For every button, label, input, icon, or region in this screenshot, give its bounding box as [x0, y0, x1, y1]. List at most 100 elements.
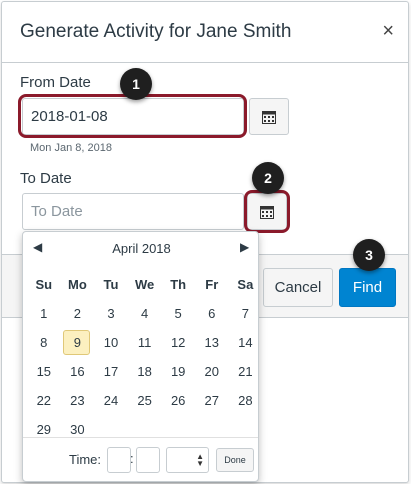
calendar-week-row: 22 23 24 25 26 27 28: [27, 386, 263, 415]
calendar-day-label: 17: [103, 364, 119, 379]
calendar-week-row: 15 16 17 18 19 20 21: [27, 357, 263, 386]
calendar-day-label: 13: [204, 335, 219, 350]
calendar-day[interactable]: 27: [195, 386, 229, 415]
step-badge: 3: [353, 239, 385, 271]
calendar-day-label: 19: [170, 364, 186, 379]
calendar-day-label: 3: [107, 306, 115, 321]
next-month-icon[interactable]: ▶: [240, 240, 249, 254]
calendar-day[interactable]: 11: [128, 328, 162, 357]
calendar-day-label: 7: [241, 306, 249, 321]
weekday-label: Tu: [103, 277, 119, 292]
to-date-input[interactable]: To Date: [22, 193, 244, 230]
close-icon[interactable]: ×: [382, 21, 394, 41]
weekday-label: Sa: [237, 277, 254, 292]
calendar-day-label: 18: [137, 364, 152, 379]
calendar-day-label: 25: [137, 393, 152, 408]
calendar-week-row: 8 9 10 11 12 13 14: [27, 328, 263, 357]
calendar-day[interactable]: 10: [94, 328, 128, 357]
calendar-grid: Su Mo Tu We Th Fr Sa 1 2 3 4 5 6 7 8 9 10 11 12 13 14…: [27, 270, 263, 444]
calendar-day-label: 14: [238, 335, 253, 350]
calendar-day[interactable]: 15: [27, 357, 61, 386]
to-date-label: To Date: [20, 170, 72, 187]
calendar-day-label: 12: [170, 335, 186, 350]
step-badge: 2: [252, 162, 284, 194]
time-label: Time:: [69, 452, 102, 467]
calendar-day[interactable]: 26: [161, 386, 195, 415]
calendar-day-label: 26: [170, 393, 186, 408]
calendar-day-label: 15: [36, 364, 52, 379]
calendar-day[interactable]: 1: [27, 299, 61, 328]
weekday-label: We: [134, 277, 155, 292]
calendar-day-label: 4: [140, 306, 149, 321]
generate-activity-dialog: Generate Activity for Jane Smith × From …: [1, 1, 409, 483]
datepicker-month-label: April 2018: [112, 241, 171, 256]
calendar-day[interactable]: 6: [195, 299, 229, 328]
calendar-day-label: 30: [70, 422, 85, 437]
calendar-day[interactable]: 13: [195, 328, 229, 357]
select-arrows-icon: ▲ ▼: [196, 452, 204, 468]
calendar-day[interactable]: 19: [161, 357, 195, 386]
calendar-day[interactable]: 8: [27, 328, 61, 357]
calendar-day[interactable]: 21: [229, 357, 263, 386]
highlight-to-date-calendar: [244, 190, 290, 233]
calendar-day[interactable]: 16: [61, 357, 95, 386]
weekday-label: Fr: [205, 277, 219, 292]
calendar-day[interactable]: 24: [94, 386, 128, 415]
ampm-select[interactable]: ▲ ▼: [166, 447, 209, 473]
calendar-day-label: 6: [208, 306, 216, 321]
calendar-day-label: 16: [70, 364, 85, 379]
calendar-day[interactable]: 20: [195, 357, 229, 386]
step-badge: 1: [120, 68, 152, 100]
dialog-header: Generate Activity for Jane Smith ×: [2, 2, 408, 63]
calendar-day[interactable]: 14: [229, 328, 263, 357]
from-date-calendar-button[interactable]: [249, 98, 289, 135]
from-date-hint: Mon Jan 8, 2018: [30, 142, 112, 154]
calendar-day-label: 21: [238, 364, 253, 379]
calendar-day-label: 24: [103, 393, 119, 408]
calendar-day-label: 8: [40, 335, 48, 350]
calendar-weeks: 1 2 3 4 5 6 7 8 9 10 11 12 13 14 15 16 17 18 19 20 21 22 23 24 2…: [27, 299, 263, 444]
calendar-day[interactable]: 5: [161, 299, 195, 328]
calendar-icon: [262, 110, 276, 124]
calendar-day-label: 29: [36, 422, 52, 437]
minute-input[interactable]: [136, 447, 160, 473]
time-colon: :: [130, 451, 134, 466]
calendar-day-label: 2: [73, 306, 81, 321]
calendar-day-label: 27: [204, 393, 219, 408]
hour-input[interactable]: [107, 447, 131, 473]
calendar-day[interactable]: 2: [61, 299, 95, 328]
time-row: Time: : ▲ ▼ Done: [23, 437, 258, 482]
cancel-button[interactable]: Cancel: [263, 268, 333, 307]
calendar-day-label: 28: [238, 393, 253, 408]
done-button[interactable]: Done: [216, 448, 254, 472]
dialog-title: Generate Activity for Jane Smith: [20, 21, 292, 42]
calendar-day[interactable]: 12: [161, 328, 195, 357]
calendar-day-label: 22: [36, 393, 52, 408]
calendar-day[interactable]: 17: [94, 357, 128, 386]
find-button[interactable]: Find: [339, 268, 396, 307]
calendar-day[interactable]: 23: [61, 386, 95, 415]
weekday-label: Th: [170, 277, 187, 292]
calendar-day[interactable]: 18: [128, 357, 162, 386]
calendar-day-label: 1: [40, 306, 48, 321]
highlight-from-date: [18, 94, 247, 138]
calendar-day-label: 20: [204, 364, 219, 379]
weekday-label: Mo: [68, 277, 87, 292]
weekday-label: Su: [35, 277, 53, 292]
calendar-week-row: 1 2 3 4 5 6 7: [27, 299, 263, 328]
calendar-day[interactable]: 9: [61, 328, 95, 357]
calendar-day[interactable]: 7: [229, 299, 263, 328]
datepicker-popup: ◀ April 2018 ▶ Su Mo Tu We Th Fr Sa 1234…: [22, 231, 259, 482]
calendar-day-label: 11: [137, 335, 152, 350]
calendar-day[interactable]: 22: [27, 386, 61, 415]
calendar-day-label: 5: [174, 306, 182, 321]
weekday-header-row: Su Mo Tu We Th Fr Sa: [27, 270, 263, 299]
calendar-day[interactable]: 4: [128, 299, 162, 328]
from-date-label: From Date: [20, 74, 91, 91]
calendar-day-label: 23: [70, 393, 85, 408]
calendar-day[interactable]: 28: [229, 386, 263, 415]
calendar-day[interactable]: 3: [94, 299, 128, 328]
calendar-day-label: 10: [103, 335, 119, 350]
calendar-day-label: 9: [73, 335, 81, 350]
calendar-day[interactable]: 25: [128, 386, 162, 415]
